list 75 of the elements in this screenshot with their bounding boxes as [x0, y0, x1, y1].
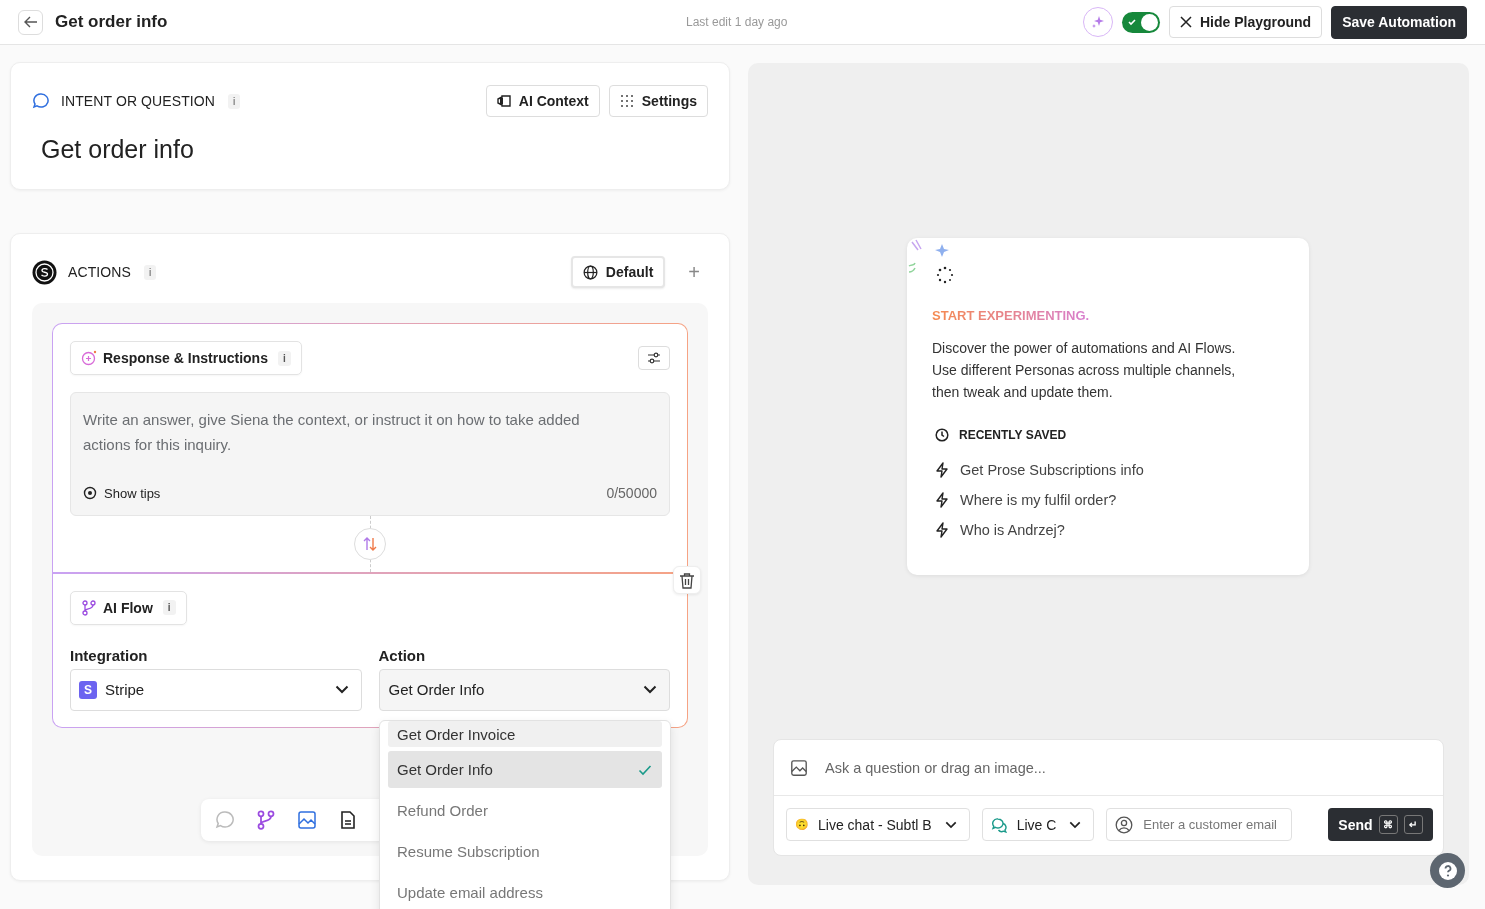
send-button[interactable]: Send ⌘ ↵	[1328, 808, 1433, 841]
document-icon[interactable]	[338, 809, 358, 830]
toggle-switch[interactable]	[1121, 11, 1160, 33]
adjust-button[interactable]	[638, 346, 670, 370]
dropdown-option[interactable]: Update email address	[388, 874, 662, 909]
show-tips-button[interactable]: Show tips	[83, 485, 161, 501]
save-automation-button[interactable]: Save Automation	[1331, 5, 1467, 39]
action-label: Action	[378, 646, 427, 664]
flow-icon[interactable]	[256, 809, 276, 830]
recently-saved-label: RECENTLY SAVED	[959, 428, 1067, 442]
recent-item[interactable]: Get Prose Subscriptions info	[932, 462, 1284, 478]
close-icon	[1179, 16, 1192, 28]
action-select[interactable]: Get Order Info	[378, 668, 670, 711]
character-counter: 0/50000	[606, 485, 657, 501]
channel-select[interactable]: Live C	[981, 808, 1095, 841]
arrow-left-icon	[22, 14, 39, 30]
recent-item[interactable]: Where is my fulfil order?	[932, 492, 1284, 508]
image-icon[interactable]	[790, 758, 808, 777]
dropdown-option[interactable]: Get Order Invoice	[388, 721, 662, 747]
hide-playground-button[interactable]: Hide Playground	[1168, 6, 1323, 38]
help-button[interactable]	[1430, 853, 1465, 888]
sliders-icon	[647, 352, 661, 364]
check-icon	[1126, 16, 1137, 27]
check-icon	[638, 763, 652, 776]
dropdown-option[interactable]: Refund Order	[388, 792, 662, 829]
chevron-down-icon	[643, 685, 657, 694]
info-badge[interactable]: i	[143, 264, 157, 280]
chevron-down-icon	[944, 820, 957, 829]
default-button[interactable]: Default	[570, 256, 666, 288]
globe-icon	[582, 264, 598, 280]
image-icon[interactable]	[297, 809, 317, 830]
ai-context-button[interactable]: AI Context	[485, 85, 600, 117]
section-label: INTENT OR QUESTION	[61, 93, 215, 109]
recent-item[interactable]: Who is Andrzej?	[932, 522, 1284, 538]
sparkle-icon	[1090, 15, 1105, 29]
lightning-icon	[935, 462, 949, 478]
logo-icon	[32, 259, 57, 285]
response-instructions-chip[interactable]: Response & Instructions i	[70, 341, 302, 375]
chevron-down-icon	[334, 685, 349, 694]
email-field[interactable]: Enter a customer email	[1106, 808, 1293, 841]
instructions-field[interactable]: Write an answer, give Siena the context, or instruct it on how to take added actions for this inquiry. Show tips 0/50000	[70, 392, 670, 516]
back-button[interactable]	[18, 9, 43, 35]
clock-icon	[935, 428, 949, 442]
dropdown-option[interactable]: Get Order Info	[388, 751, 662, 788]
last-edit-text: Last edit 1 day ago	[686, 15, 788, 29]
sidebar-icon	[496, 95, 511, 107]
info-badge[interactable]: i	[228, 93, 241, 109]
page-title: Get order info	[55, 12, 168, 32]
dropdown-option[interactable]: Resume Subscription	[388, 833, 662, 870]
loading-icon	[936, 266, 954, 284]
chat-bubbles-icon	[990, 816, 1008, 833]
chat-plus-icon	[81, 350, 97, 366]
intro-paragraph: Discover the power of automations and AI Flows. Use different Personas across multiple channels, then tweak and update them.	[932, 339, 1237, 402]
integration-select[interactable]: S Stripe	[70, 668, 362, 711]
info-badge[interactable]: i	[162, 600, 176, 615]
persona-select[interactable]: 🙃 Live chat - Subtl B	[786, 808, 970, 841]
info-badge[interactable]: i	[277, 350, 291, 366]
dot-grid-icon	[619, 94, 634, 108]
intent-text[interactable]: Get order info	[41, 135, 708, 164]
lightning-icon	[935, 492, 949, 508]
eye-icon	[83, 486, 97, 500]
ai-flow-chip[interactable]: AI Flow i	[70, 590, 187, 625]
lightning-icon	[935, 522, 949, 538]
trash-icon	[679, 571, 695, 589]
question-icon	[1437, 860, 1458, 881]
delete-button[interactable]	[673, 566, 701, 594]
chat-bubble-icon	[32, 92, 50, 110]
settings-button[interactable]: Settings	[608, 85, 708, 117]
start-heading: START EXPERIMENTING.	[932, 308, 1090, 323]
add-button[interactable]: +	[688, 260, 700, 284]
chevron-down-icon	[1069, 820, 1082, 829]
section-label: ACTIONS	[68, 264, 131, 280]
flow-icon	[81, 599, 97, 616]
integration-label: Integration	[70, 646, 149, 664]
swap-arrows-icon	[361, 536, 379, 552]
